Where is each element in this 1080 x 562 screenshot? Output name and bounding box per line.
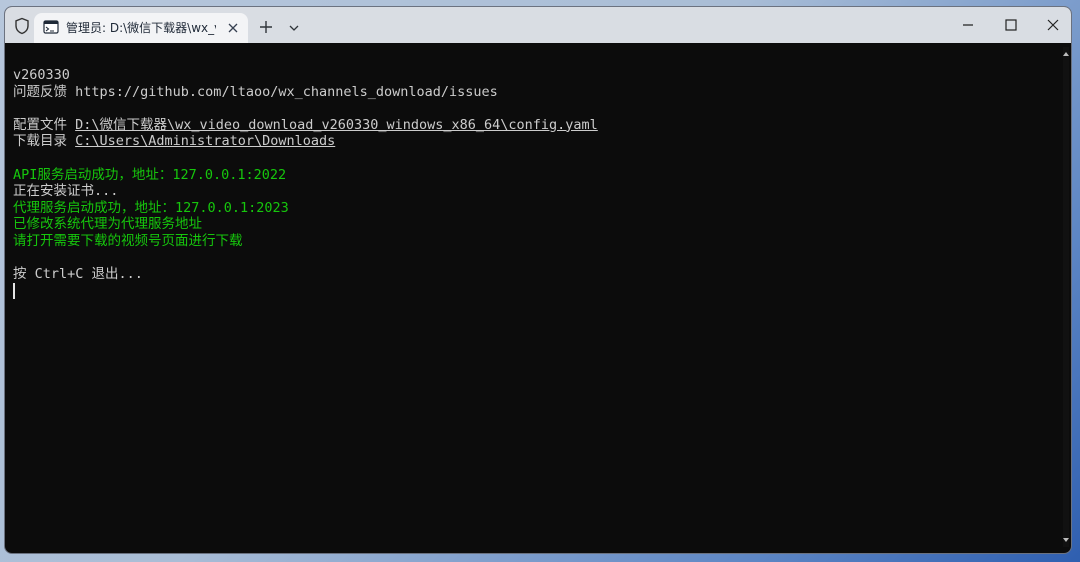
version-text: v260330 (13, 67, 70, 83)
title-bar[interactable]: 管理员: D:\微信下载器\wx_video (5, 7, 1071, 43)
prompt-line (13, 282, 1053, 300)
minimize-icon[interactable] (958, 15, 978, 35)
feedback-label: 问题反馈 (13, 83, 67, 100)
vertical-scrollbar[interactable] (1063, 47, 1069, 547)
proxy-set-line: 已修改系统代理为代理服务地址 (13, 216, 202, 233)
terminal-tab[interactable]: 管理员: D:\微信下载器\wx_video (34, 13, 248, 43)
chevron-down-icon[interactable] (288, 23, 300, 33)
download-path[interactable]: C:\Users\Administrator\Downloads (75, 133, 335, 149)
window-close-icon[interactable] (1043, 15, 1063, 35)
tab-title: 管理员: D:\微信下载器\wx_video (66, 21, 216, 35)
exit-hint-line: 按 Ctrl+C 退出... (13, 266, 143, 283)
scroll-up-icon[interactable] (1063, 51, 1069, 57)
shield-icon (15, 17, 29, 35)
terminal-window: 管理员: D:\微信下载器\wx_video v260330 问题反馈 http… (4, 6, 1072, 554)
plus-icon[interactable] (259, 20, 273, 34)
feedback-url[interactable]: https://github.com/ltaoo/wx_channels_dow… (75, 84, 498, 100)
maximize-icon[interactable] (1001, 15, 1021, 35)
cert-install-line: 正在安装证书... (13, 183, 119, 200)
feedback-line: 问题反馈 https://github.com/ltaoo/wx_channel… (13, 84, 1053, 101)
terminal-output[interactable]: v260330 问题反馈 https://github.com/ltaoo/wx… (13, 67, 1053, 547)
scroll-down-icon[interactable] (1063, 537, 1069, 543)
text-cursor (13, 282, 15, 299)
download-line: 下载目录 C:\Users\Administrator\Downloads (13, 133, 1053, 150)
download-label: 下载目录 (13, 133, 67, 150)
terminal-icon (43, 20, 59, 34)
version-line: v260330 (13, 67, 1053, 84)
config-label: 配置文件 (13, 116, 67, 133)
config-path[interactable]: D:\微信下载器\wx_video_download_v260330_windo… (75, 117, 598, 133)
api-status-line: API服务启动成功，地址：127.0.0.1:2022 (13, 166, 287, 183)
config-line: 配置文件 D:\微信下载器\wx_video_download_v260330_… (13, 117, 1053, 134)
proxy-status-line: 代理服务启动成功，地址：127.0.0.1:2023 (13, 199, 289, 216)
open-page-line: 请打开需要下载的视频号页面进行下载 (13, 232, 243, 249)
close-icon[interactable] (226, 21, 240, 35)
